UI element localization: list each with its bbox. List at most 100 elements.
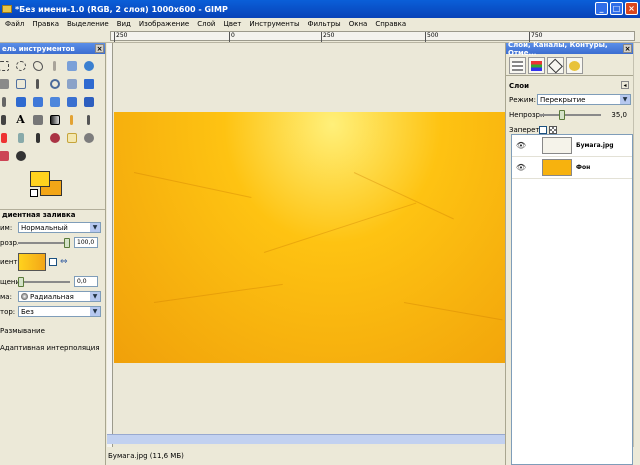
tab-layers[interactable] <box>509 57 526 74</box>
fuzzy-select-tool-icon[interactable] <box>47 58 62 73</box>
lock-alpha-checkbox[interactable] <box>539 125 547 134</box>
dodge-burn-tool-icon[interactable] <box>13 148 28 163</box>
canvas-area[interactable] <box>107 43 511 447</box>
layers-dock-close-icon[interactable]: × <box>623 44 632 53</box>
pencil-tool-icon[interactable] <box>64 112 79 127</box>
opacity-slider[interactable] <box>18 237 70 248</box>
ink-tool-icon[interactable] <box>30 130 45 145</box>
ruler-label: 750 <box>531 32 543 39</box>
zoom-tool-icon[interactable] <box>47 76 62 91</box>
opacity-slider-knob[interactable] <box>64 237 70 248</box>
adaptive-label[interactable]: Адаптивная интерполяция <box>0 344 100 352</box>
default-colors-icon[interactable] <box>30 189 38 197</box>
color-picker-tool-icon[interactable] <box>30 76 45 91</box>
layer-opacity-value[interactable]: 35,0 <box>605 111 627 119</box>
adaptive-row[interactable]: Адаптивная интерполяция <box>0 341 105 354</box>
menu-help[interactable]: Справка <box>375 20 406 28</box>
close-button[interactable]: × <box>625 2 638 15</box>
paintbrush-tool-icon[interactable] <box>81 112 96 127</box>
smudge-tool-icon[interactable] <box>81 130 96 145</box>
paths-tool-icon[interactable] <box>13 76 28 91</box>
layer-opacity-slider[interactable] <box>539 109 601 120</box>
offset-spinbox[interactable]: 0,0 <box>74 276 98 287</box>
measure-tool-icon[interactable] <box>64 76 79 91</box>
dock-tabs <box>506 54 633 76</box>
vertical-scrollbar[interactable] <box>633 43 640 447</box>
menu-select[interactable]: Выделение <box>67 20 109 28</box>
scale-tool-icon[interactable] <box>47 94 62 109</box>
menu-view[interactable]: Вид <box>117 20 131 28</box>
reverse-arrows-icon[interactable]: ⇔ <box>60 257 68 267</box>
menu-windows[interactable]: Окна <box>349 20 368 28</box>
bucket-fill-tool-icon[interactable] <box>30 112 45 127</box>
offset-row: щение: 0,0 <box>0 275 105 288</box>
scissors-tool-icon[interactable] <box>81 58 96 73</box>
color-area <box>2 171 62 201</box>
eraser-tool-icon[interactable] <box>0 130 11 145</box>
text-tool-icon[interactable]: A <box>13 112 28 127</box>
align-tool-icon[interactable] <box>0 94 11 109</box>
offset-slider[interactable] <box>18 276 70 287</box>
menu-color[interactable]: Цвет <box>223 20 241 28</box>
flip-tool-icon[interactable] <box>0 112 11 127</box>
lasso-tool-icon[interactable] <box>30 58 45 73</box>
foreground-color-swatch[interactable] <box>30 171 50 187</box>
mode-row: им: Нормальный ▼ <box>0 221 105 234</box>
rotate-tool-icon[interactable] <box>30 94 45 109</box>
layer-opacity-label: Непрозр.: <box>509 110 545 119</box>
chevron-down-icon: ▼ <box>90 307 100 316</box>
vertical-ruler[interactable] <box>107 43 113 447</box>
chevron-down-icon: ▼ <box>90 223 100 232</box>
gradient-preview[interactable] <box>18 253 46 271</box>
ellipse-select-tool-icon[interactable] <box>13 58 28 73</box>
maximize-button[interactable]: □ <box>610 2 623 15</box>
chevron-down-icon: ▼ <box>90 292 100 301</box>
shape-select[interactable]: Радиальная ▼ <box>18 291 101 302</box>
foreground-select-tool-icon[interactable] <box>0 76 11 91</box>
minimize-button[interactable]: _ <box>595 2 608 15</box>
menu-edit[interactable]: Правка <box>32 20 59 28</box>
layer-name[interactable]: Фон <box>576 164 590 171</box>
shape-label: ма: <box>0 292 12 301</box>
dock-menu-icon[interactable]: ◂ <box>621 81 629 89</box>
horizontal-ruler[interactable]: 250 0 250 500 750 <box>110 31 635 42</box>
reverse-checkbox[interactable] <box>49 258 57 266</box>
tab-undo[interactable] <box>566 57 583 74</box>
heal-tool-icon[interactable] <box>64 130 79 145</box>
mode-select[interactable]: Нормальный ▼ <box>18 222 101 233</box>
visibility-eye-icon[interactable]: 👁 <box>512 141 530 150</box>
repeat-row: тор: Без ▼ <box>0 305 105 318</box>
horizontal-scrollbar[interactable] <box>107 434 505 444</box>
crop-tool-icon[interactable] <box>13 94 28 109</box>
perspective-tool-icon[interactable] <box>81 94 96 109</box>
layer-name[interactable]: Бумага.jpg <box>576 142 614 149</box>
visibility-eye-icon[interactable]: 👁 <box>512 163 530 172</box>
layer-mode-label: Режим: <box>509 95 537 104</box>
blend-tool-icon[interactable] <box>47 112 62 127</box>
color-select-tool-icon[interactable] <box>64 58 79 73</box>
menu-layer[interactable]: Слой <box>197 20 215 28</box>
tab-paths[interactable] <box>547 57 564 74</box>
menu-tools[interactable]: Инструменты <box>249 20 299 28</box>
move-tool-icon[interactable] <box>81 76 96 91</box>
shear-tool-icon[interactable] <box>64 94 79 109</box>
menu-file[interactable]: Файл <box>5 20 24 28</box>
menu-filters[interactable]: Фильтры <box>307 20 340 28</box>
clone-tool-icon[interactable] <box>47 130 62 145</box>
opacity-spinbox[interactable]: 100,0 <box>74 237 98 248</box>
offset-slider-knob[interactable] <box>18 276 24 287</box>
layer-mode-select[interactable]: Перекрытие ▼ <box>537 94 631 105</box>
repeat-select[interactable]: Без ▼ <box>18 306 101 317</box>
convolve-tool-icon[interactable] <box>0 148 11 163</box>
tab-channels[interactable] <box>528 57 545 74</box>
rect-select-tool-icon[interactable] <box>0 58 11 73</box>
menu-image[interactable]: Изображение <box>139 20 189 28</box>
image-canvas[interactable] <box>114 112 511 363</box>
layer-opacity-slider-knob[interactable] <box>559 109 565 120</box>
layer-row[interactable]: 👁 Бумага.jpg <box>512 135 632 157</box>
layer-row[interactable]: 👁 Фон <box>512 157 632 179</box>
dithering-row[interactable]: Размывание <box>0 324 105 337</box>
airbrush-tool-icon[interactable] <box>13 130 28 145</box>
toolbox-close-icon[interactable]: × <box>95 44 104 53</box>
dithering-label[interactable]: Размывание <box>0 327 45 335</box>
